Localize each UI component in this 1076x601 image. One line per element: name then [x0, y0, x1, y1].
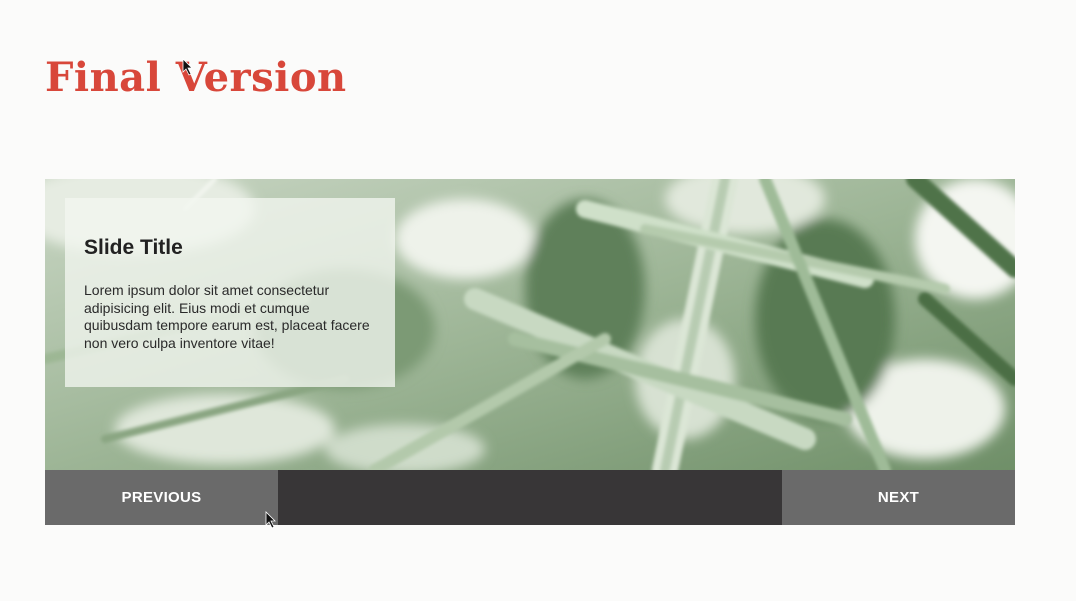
- slide-description: Lorem ipsum dolor sit amet consectetur a…: [84, 282, 370, 351]
- mouse-pointer-icon: [182, 58, 193, 76]
- previous-button[interactable]: PREVIOUS: [45, 470, 278, 525]
- page-title: Final Version: [45, 54, 347, 101]
- controls-spacer: [278, 470, 782, 525]
- mouse-pointer-icon: [265, 511, 276, 529]
- slider-controls: PREVIOUS NEXT: [45, 470, 1015, 525]
- slide-title: Slide Title: [84, 236, 183, 259]
- image-slider: Slide Title Lorem ipsum dolor sit amet c…: [45, 179, 1015, 525]
- next-button[interactable]: NEXT: [782, 470, 1015, 525]
- slide-caption: Slide Title Lorem ipsum dolor sit amet c…: [65, 198, 395, 387]
